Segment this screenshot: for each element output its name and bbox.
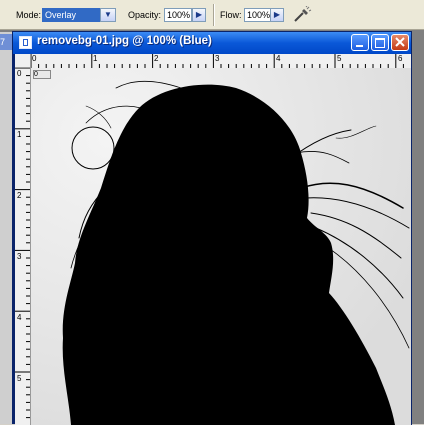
opacity-label: Opacity: bbox=[128, 10, 162, 20]
airbrush-icon[interactable] bbox=[292, 5, 312, 24]
flow-slider-arrow-icon[interactable]: ▶ bbox=[270, 8, 284, 22]
document-title-bar[interactable]: removebg-01.jpg @ 100% (Blue) bbox=[13, 32, 411, 54]
vruler-label: 3 bbox=[17, 252, 22, 261]
close-button[interactable] bbox=[391, 34, 409, 51]
tile-indicator: 0 bbox=[33, 70, 51, 79]
vruler-label: 0 bbox=[17, 69, 22, 78]
hruler-label: 3 bbox=[215, 54, 220, 63]
mode-label: Mode: bbox=[16, 10, 42, 20]
hruler-label: 1 bbox=[93, 54, 98, 63]
ruler-origin[interactable] bbox=[15, 54, 31, 68]
opacity-slider-arrow-icon[interactable]: ▶ bbox=[192, 8, 206, 22]
document-icon bbox=[19, 36, 32, 49]
vruler-label: 5 bbox=[17, 374, 22, 383]
opacity-field[interactable]: 100% bbox=[164, 8, 192, 22]
vruler-label: 2 bbox=[17, 191, 22, 200]
hruler-label: 5 bbox=[337, 54, 342, 63]
hruler-label: 2 bbox=[154, 54, 159, 63]
vruler-label: 1 bbox=[17, 130, 22, 139]
document-window[interactable]: removebg-01.jpg @ 100% (Blue) 0 1 2 3 4 … bbox=[12, 31, 412, 425]
flow-field[interactable]: 100% bbox=[244, 8, 272, 22]
document-title: removebg-01.jpg @ 100% (Blue) bbox=[37, 35, 212, 47]
options-separator bbox=[213, 4, 215, 26]
minimize-button[interactable] bbox=[351, 34, 369, 51]
hruler-label: 0 bbox=[32, 54, 37, 63]
horizontal-ruler[interactable]: 0 1 2 3 4 5 6 bbox=[31, 54, 411, 69]
window-right-edge bbox=[411, 54, 412, 425]
vruler-label: 4 bbox=[17, 313, 22, 322]
workspace: 7 removebg-01.jpg @ 100% (Blue) 0 1 2 3 … bbox=[0, 30, 424, 425]
hair-silhouette-image bbox=[31, 68, 411, 425]
tool-options-bar: Mode: Overlay ▼ Opacity: 100% ▶ Flow: 10… bbox=[0, 0, 424, 30]
close-icon bbox=[395, 37, 405, 47]
maximize-button[interactable] bbox=[371, 34, 389, 51]
mode-select[interactable]: Overlay bbox=[42, 8, 100, 22]
image-canvas[interactable]: 0 bbox=[31, 68, 411, 425]
hruler-label: 6 bbox=[398, 54, 403, 63]
flow-label: Flow: bbox=[220, 10, 242, 20]
vertical-ruler[interactable]: 0 1 2 3 4 5 bbox=[15, 68, 31, 425]
mode-dropdown-arrow-icon[interactable]: ▼ bbox=[100, 8, 116, 22]
hruler-label: 4 bbox=[276, 54, 281, 63]
